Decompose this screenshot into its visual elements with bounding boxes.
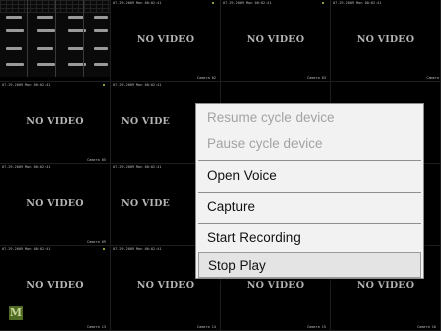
menu-separator [198,160,421,161]
timestamp: 07-29-2009 Mon 00:02:41 [2,83,51,87]
record-indicator-icon [103,84,105,86]
menu-item-resume-cycle-device[interactable]: Resume cycle device [196,105,423,131]
timestamp: 07-29-2009 Mon 00:02:41 [2,247,51,251]
timestamp: 07-29-2009 Mon 00:02:41 [333,1,382,5]
camera-name: Camera 15 [307,325,326,329]
no-video-label: NO VIDEO [136,34,195,45]
camera-name: Camera 13 [87,325,106,329]
context-menu: Resume cycle device Pause cycle device O… [195,103,424,279]
camera-tile-3[interactable]: 07-29-2009 Mon 00:02:41 NO VIDEO Camera … [221,0,331,82]
camera-tile-5[interactable]: 07-29-2009 Mon 00:02:41 NO VIDEO Camera … [0,82,111,164]
no-video-label: NO VIDEO [26,116,84,127]
record-indicator-icon [103,248,105,250]
no-video-label: NO VIDEO [356,280,415,291]
timestamp: 07-29-2009 Mon 00:02:41 [113,1,162,5]
camera-name: Camera [426,76,439,80]
timestamp: 07-29-2009 Mon 00:02:41 [113,83,162,87]
menu-item-stop-play[interactable]: Stop Play [198,252,421,278]
camera-tile-4[interactable]: 07-29-2009 Mon 00:02:41 NO VIDEO Camera [331,0,441,82]
camera-tile-1[interactable] [0,0,111,82]
no-video-label: NO VIDEO [26,198,84,209]
no-video-label: NO VIDEO [136,280,195,291]
menu-separator [198,223,421,224]
no-video-label: NO VIDEO [356,34,415,45]
record-indicator-icon [212,2,214,4]
camera-name: Camera 16 [417,325,436,329]
menu-separator [198,192,421,193]
menu-item-pause-cycle-device[interactable]: Pause cycle device [196,131,423,157]
menu-item-capture[interactable]: Capture [196,194,423,220]
timestamp: 07-29-2009 Mon 00:02:41 [113,165,162,169]
camera-name: Camera 09 [87,240,106,244]
menu-item-open-voice[interactable]: Open Voice [196,163,423,189]
no-video-label: NO VIDEO [246,34,305,45]
camera-name: Camera 02 [197,76,216,80]
camera-name: Camera 14 [197,325,216,329]
menu-item-start-recording[interactable]: Start Recording [196,225,423,251]
camera-name: Camera 05 [87,158,106,162]
brand-logo-icon: M [9,306,23,320]
camera-tile-2[interactable]: 07-29-2009 Mon 00:02:41 NO VIDEO Camera … [111,0,221,82]
no-video-label: NO VIDEO [246,280,305,291]
camera-preview-thumbnail [0,0,110,77]
timestamp: 07-29-2009 Mon 00:02:41 [2,165,51,169]
no-video-label: NO VIDEO [26,280,84,291]
record-indicator-icon [322,2,324,4]
camera-name: Camera 03 [307,76,326,80]
timestamp: 07-29-2009 Mon 00:02:41 [223,1,272,5]
timestamp: 07-29-2009 Mon 00:02:41 [113,247,162,251]
camera-tile-9[interactable]: 07-29-2009 Mon 00:02:41 NO VIDEO Camera … [0,164,111,246]
